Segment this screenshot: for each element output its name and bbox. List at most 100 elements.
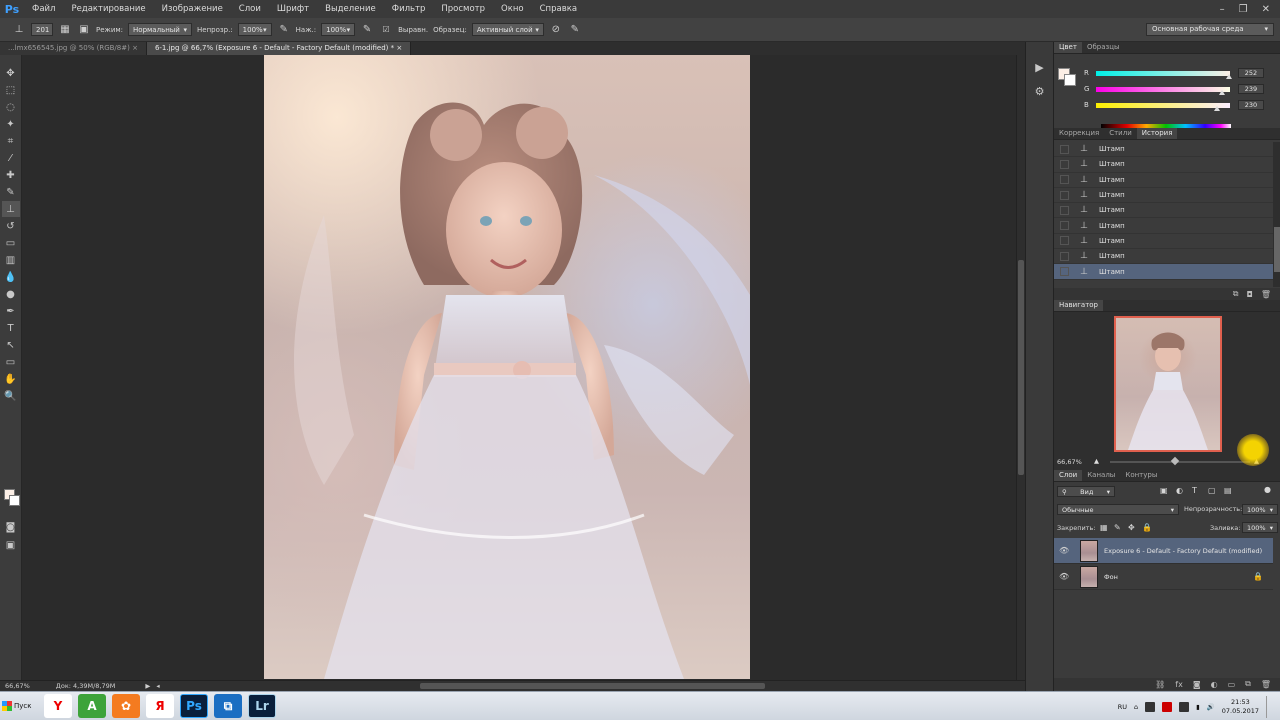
- mode-select[interactable]: Нормальный ▾: [128, 23, 193, 36]
- tab-layers[interactable]: Слои: [1054, 470, 1083, 481]
- properties-icon[interactable]: ⚙: [1031, 82, 1049, 100]
- channel-value[interactable]: 239: [1238, 84, 1264, 94]
- volume-icon[interactable]: 🔊: [1207, 703, 1215, 711]
- pressure-opacity-icon[interactable]: ✎: [277, 23, 291, 37]
- menu-file[interactable]: Файл: [24, 4, 63, 14]
- show-desktop-button[interactable]: [1266, 695, 1274, 718]
- channel-value[interactable]: 230: [1238, 100, 1264, 110]
- history-state[interactable]: ⊥ Штамп: [1054, 157, 1273, 173]
- clone-stamp-preset-icon[interactable]: ⊥: [12, 23, 26, 37]
- tab-document-2[interactable]: 6-1.jpg @ 66,7% (Exposure 6 - Default - …: [146, 42, 412, 55]
- new-document-from-state-icon[interactable]: ⧉: [1233, 289, 1239, 299]
- history-brush-source-checkbox[interactable]: [1060, 190, 1069, 200]
- filter-shape-icon[interactable]: ▢: [1208, 486, 1216, 495]
- close-icon[interactable]: ×: [132, 44, 138, 52]
- history-state[interactable]: ⊥ Штамп: [1054, 188, 1273, 204]
- canvas-horizontal-scrollbar[interactable]: [420, 683, 765, 689]
- sample-select[interactable]: Активный слой ▾: [471, 23, 544, 36]
- hand-tool-icon[interactable]: ✋: [2, 371, 20, 387]
- opacity-field[interactable]: 100% ▾: [237, 23, 272, 36]
- trash-icon[interactable]: 🗑: [1261, 290, 1271, 299]
- history-state[interactable]: ⊥ Штамп: [1054, 203, 1273, 219]
- close-icon[interactable]: ✕: [1262, 4, 1270, 15]
- crop-tool-icon[interactable]: ⌗: [2, 133, 20, 149]
- layer-row-background[interactable]: 👁 Фон 🔒: [1054, 564, 1273, 590]
- gradient-tool-icon[interactable]: ▥: [2, 252, 20, 268]
- zoom-tool-icon[interactable]: 🔍: [2, 388, 20, 404]
- link-layers-icon[interactable]: ⛓: [1155, 680, 1165, 689]
- blue-gradient-bar[interactable]: [1096, 102, 1230, 108]
- history-brush-source-checkbox[interactable]: [1060, 144, 1069, 154]
- eraser-tool-icon[interactable]: ▭: [2, 235, 20, 251]
- status-menu-arrow-icon[interactable]: ▶: [145, 682, 150, 690]
- menu-layers[interactable]: Слои: [231, 4, 269, 14]
- scroll-left-icon[interactable]: ◂: [156, 682, 159, 690]
- healing-tool-icon[interactable]: ✚: [2, 167, 20, 183]
- history-brush-source-checkbox[interactable]: [1060, 236, 1069, 246]
- history-state[interactable]: ⊥ Штамп: [1054, 142, 1273, 158]
- tray-app-icon[interactable]: ⌂: [1134, 703, 1138, 711]
- network-icon[interactable]: ▮: [1196, 703, 1200, 711]
- tab-document-1[interactable]: ...lmx656545.jpg @ 50% (RGB/8#) ×: [0, 42, 147, 55]
- tab-paths[interactable]: Контуры: [1120, 470, 1162, 481]
- green-channel-slider[interactable]: G 239: [1084, 83, 1264, 95]
- menu-type[interactable]: Шрифт: [269, 4, 317, 14]
- background-color-swatch[interactable]: [9, 495, 20, 506]
- history-state[interactable]: ⊥ Штамп: [1054, 249, 1273, 265]
- zoom-out-icon[interactable]: ▲: [1094, 457, 1099, 465]
- play-actions-icon[interactable]: ▶: [1031, 58, 1049, 76]
- scroll-thumb[interactable]: [1018, 260, 1024, 475]
- filter-smart-object-icon[interactable]: ▤: [1224, 486, 1232, 495]
- restore-icon[interactable]: ❐: [1239, 4, 1248, 15]
- tray-app-icon[interactable]: [1145, 701, 1156, 712]
- lasso-tool-icon[interactable]: ◌: [2, 99, 20, 115]
- yandex-browser-icon[interactable]: Y: [44, 694, 72, 718]
- history-brush-source-checkbox[interactable]: [1060, 159, 1069, 169]
- add-mask-icon[interactable]: ◙: [1193, 680, 1201, 689]
- lock-all-icon[interactable]: 🔒: [1142, 523, 1152, 532]
- new-layer-icon[interactable]: ⧉: [1245, 679, 1251, 689]
- filter-pixel-icon[interactable]: ▣: [1160, 486, 1168, 495]
- photoshop-taskbar-icon[interactable]: Ps: [180, 694, 208, 718]
- slider-handle[interactable]: [1213, 106, 1220, 111]
- type-tool-icon[interactable]: T: [2, 320, 20, 336]
- visibility-eye-icon[interactable]: 👁: [1059, 572, 1071, 581]
- zoom-slider-handle[interactable]: [1170, 456, 1180, 466]
- tray-app-icon[interactable]: [1179, 701, 1190, 712]
- shape-tool-icon[interactable]: ▭: [2, 354, 20, 370]
- history-state[interactable]: ⊥ Штамп: [1054, 234, 1273, 250]
- tab-styles[interactable]: Стили: [1104, 128, 1137, 139]
- green-gradient-bar[interactable]: [1096, 86, 1230, 92]
- tab-channels[interactable]: Каналы: [1082, 470, 1120, 481]
- tab-history[interactable]: История: [1136, 128, 1178, 139]
- history-brush-source-checkbox[interactable]: [1060, 251, 1069, 261]
- clone-source-icon[interactable]: ▣: [77, 23, 91, 37]
- filter-toggle-icon[interactable]: ●: [1264, 485, 1271, 494]
- airbrush-icon[interactable]: ✎: [360, 23, 374, 37]
- path-select-tool-icon[interactable]: ↖: [2, 337, 20, 353]
- red-channel-slider[interactable]: R 252: [1084, 67, 1264, 79]
- marquee-tool-icon[interactable]: ⬚: [2, 82, 20, 98]
- red-gradient-bar[interactable]: [1096, 70, 1230, 76]
- navigator-zoom-value[interactable]: 66,67%: [1057, 458, 1082, 466]
- close-icon[interactable]: ×: [396, 44, 402, 52]
- scroll-thumb[interactable]: [1274, 227, 1280, 272]
- history-state[interactable]: ⊥ Штамп: [1054, 218, 1273, 234]
- ignore-adjustment-icon[interactable]: ⊘: [549, 23, 563, 37]
- slider-handle[interactable]: [1218, 90, 1225, 95]
- canvas-vertical-scrollbar[interactable]: [1016, 55, 1025, 680]
- quick-mask-icon[interactable]: ◙: [2, 519, 20, 535]
- tray-app-icon[interactable]: [1162, 701, 1173, 712]
- filter-type-icon[interactable]: T: [1192, 486, 1197, 495]
- slider-handle[interactable]: [1225, 74, 1232, 79]
- blue-channel-slider[interactable]: B 230: [1084, 99, 1264, 111]
- screen-mode-icon[interactable]: ▣: [2, 537, 20, 553]
- lightroom-taskbar-icon[interactable]: Lr: [248, 694, 276, 718]
- blur-tool-icon[interactable]: 💧: [2, 269, 20, 285]
- layer-fill-field[interactable]: 100% ▾: [1242, 522, 1278, 533]
- brush-tool-icon[interactable]: ✎: [2, 184, 20, 200]
- layer-opacity-field[interactable]: 100% ▾: [1242, 504, 1278, 515]
- history-state[interactable]: ⊥ Штамп: [1054, 173, 1273, 188]
- aligned-checkbox[interactable]: ☑: [379, 23, 393, 37]
- status-zoom[interactable]: 66,67%: [5, 682, 30, 690]
